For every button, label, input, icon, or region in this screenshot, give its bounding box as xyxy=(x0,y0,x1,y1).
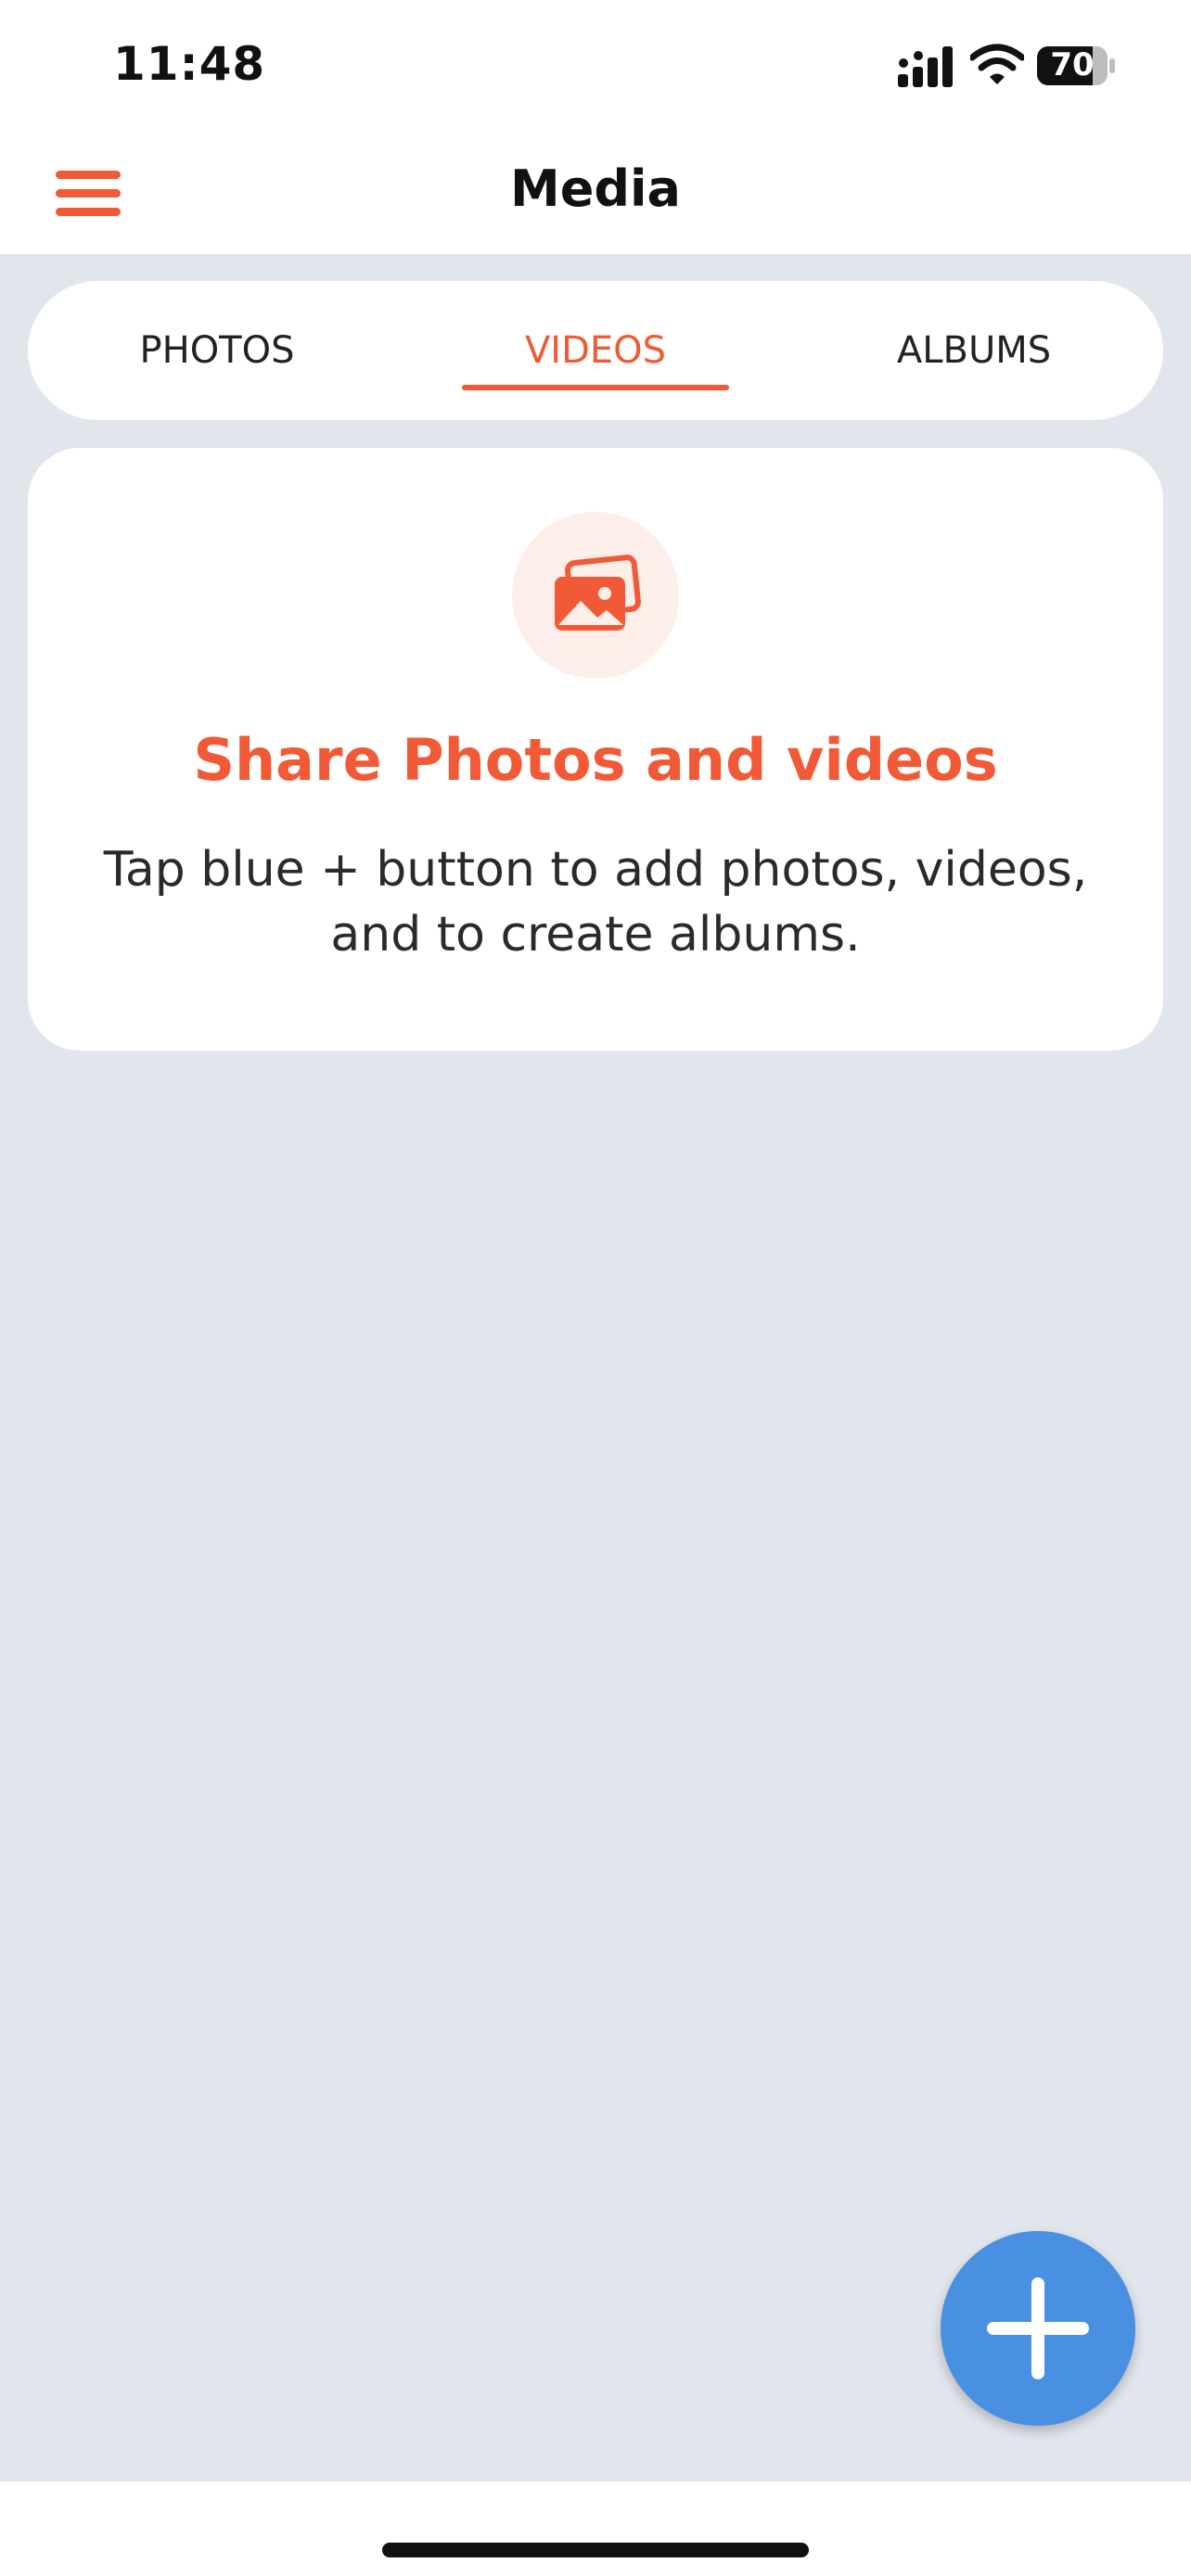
tab-videos[interactable]: VIDEOS xyxy=(406,281,785,420)
status-time: 11:48 xyxy=(113,37,266,91)
tab-albums[interactable]: ALBUMS xyxy=(785,281,1163,420)
header: Media xyxy=(0,139,1191,254)
battery-level: 70 xyxy=(1050,46,1095,83)
add-media-button[interactable] xyxy=(941,2231,1135,2426)
plus-icon xyxy=(987,2277,1089,2379)
media-screen: 11:48 70 Media PHOTOS VIDEOS ALBUMS Shar… xyxy=(0,0,1191,2576)
bottom-bar xyxy=(0,2481,1191,2576)
tab-photos[interactable]: PHOTOS xyxy=(28,281,406,420)
home-indicator[interactable] xyxy=(382,2543,809,2557)
wifi-icon xyxy=(970,44,1024,84)
empty-state-icon-badge xyxy=(512,512,679,679)
page-title: Media xyxy=(510,159,681,218)
empty-state-card: Share Photos and videos Tap blue + butto… xyxy=(28,448,1163,1051)
media-tabs: PHOTOS VIDEOS ALBUMS xyxy=(28,281,1163,420)
status-bar: 11:48 70 xyxy=(0,0,1191,139)
empty-state-title: Share Photos and videos xyxy=(193,726,998,794)
photos-icon xyxy=(555,555,641,631)
signal-icon xyxy=(898,46,953,87)
active-tab-indicator xyxy=(462,385,729,390)
empty-state-text: Tap blue + button to add photos, videos,… xyxy=(103,842,1088,963)
